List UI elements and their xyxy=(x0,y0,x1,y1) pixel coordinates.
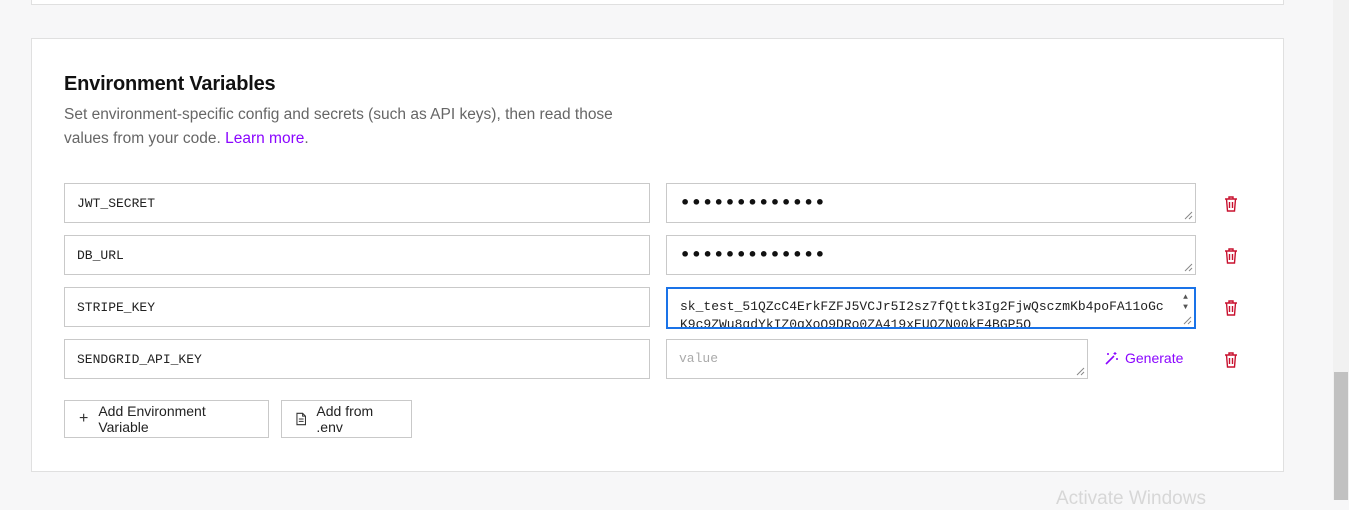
magic-wand-icon xyxy=(1105,351,1118,365)
resize-handle-icon[interactable] xyxy=(1184,211,1193,220)
delete-icon[interactable] xyxy=(1224,352,1238,368)
file-icon xyxy=(296,412,306,426)
scrollbar-thumb[interactable] xyxy=(1334,372,1348,500)
env-value-input[interactable]: value xyxy=(666,339,1088,379)
generate-label: Generate xyxy=(1125,350,1184,366)
add-variable-label: Add Environment Variable xyxy=(98,403,206,435)
add-from-env-label: Add from .env xyxy=(316,403,374,435)
previous-card xyxy=(31,0,1284,5)
description-period: . xyxy=(304,130,309,147)
masked-value: ••••••••••••• xyxy=(680,245,826,264)
env-key-input[interactable]: STRIPE_KEY xyxy=(64,287,650,327)
env-key-input[interactable]: DB_URL xyxy=(64,235,650,275)
generate-button[interactable]: Generate xyxy=(1104,350,1183,366)
learn-more-link[interactable]: Learn more xyxy=(225,130,304,147)
env-value-input[interactable]: ••••••••••••• xyxy=(666,235,1196,275)
resize-handle-icon[interactable] xyxy=(1184,263,1193,272)
activate-windows-watermark: Activate Windows xyxy=(1056,488,1206,509)
resize-handle-icon[interactable] xyxy=(1183,316,1192,325)
env-key-input[interactable]: JWT_SECRET xyxy=(64,183,650,223)
add-environment-variable-button[interactable]: + Add Environment Variable xyxy=(64,400,269,438)
add-from-env-button[interactable]: Add from .env xyxy=(281,400,412,438)
value-text-line-1: sk_test_51QZcC4ErkFZFJ5VCJr5I2sz7fQttk3I… xyxy=(680,299,1164,314)
value-placeholder: value xyxy=(679,351,719,366)
environment-variables-card: Environment Variables Set environment-sp… xyxy=(31,38,1284,472)
delete-icon[interactable] xyxy=(1224,248,1238,264)
delete-icon[interactable] xyxy=(1224,196,1238,212)
value-text-line-2: K9c9ZWu8gdYkIZ0qXoQ9DRo0ZA419xEUOZN00kE4… xyxy=(680,317,1032,329)
env-value-input[interactable]: sk_test_51QZcC4ErkFZFJ5VCJr5I2sz7fQttk3I… xyxy=(666,287,1196,329)
env-key-input[interactable]: SENDGRID_API_KEY xyxy=(64,339,650,379)
env-value-input[interactable]: ••••••••••••• xyxy=(666,183,1196,223)
section-description: Set environment-specific config and secr… xyxy=(64,103,644,151)
plus-icon: + xyxy=(79,410,89,427)
resize-handle-icon[interactable] xyxy=(1076,367,1085,376)
masked-value: ••••••••••••• xyxy=(680,193,826,212)
description-text: Set environment-specific config and secr… xyxy=(64,106,613,147)
delete-icon[interactable] xyxy=(1224,300,1238,316)
section-title: Environment Variables xyxy=(64,73,276,95)
